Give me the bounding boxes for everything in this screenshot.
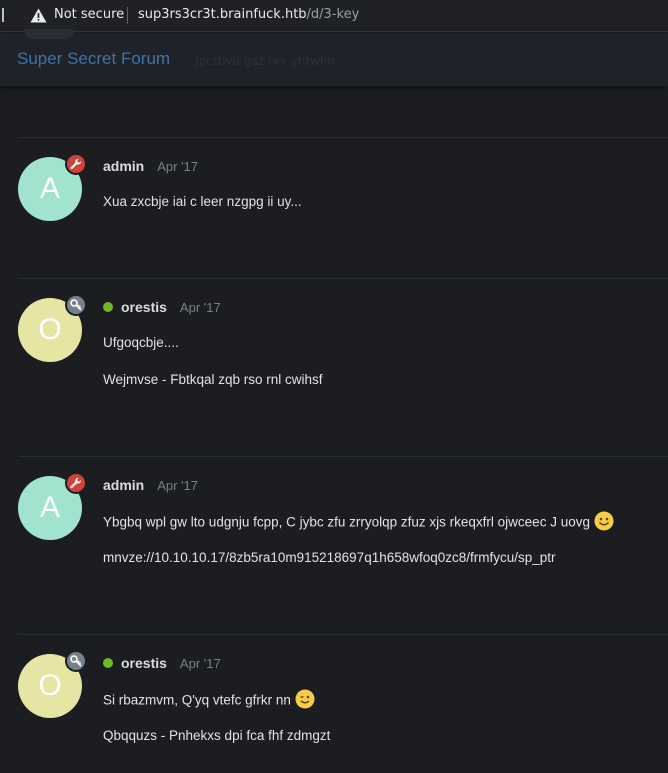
post-divider bbox=[18, 278, 668, 279]
avatar-letter: A bbox=[39, 491, 60, 524]
key-icon bbox=[65, 650, 87, 672]
wink-emoji bbox=[295, 689, 315, 709]
forum-logo bbox=[24, 29, 74, 39]
post-body-line: Si rbazmvm, Q'yq vtefc gfrkr nn bbox=[103, 689, 315, 711]
browser-address-bar[interactable]: Not secure sup3rs3cr3t.brainfuck.htb/d/3… bbox=[0, 0, 668, 32]
wrench-icon bbox=[65, 153, 87, 175]
username[interactable]: admin bbox=[103, 158, 144, 174]
wrench-icon bbox=[65, 472, 87, 494]
post-meta: admin Apr '17 bbox=[103, 157, 198, 175]
username[interactable]: orestis bbox=[121, 655, 167, 671]
post-meta: orestis Apr '17 bbox=[103, 654, 221, 672]
post-divider bbox=[18, 456, 668, 457]
avatar-letter: A bbox=[39, 172, 60, 205]
forum-title[interactable]: Super Secret Forum bbox=[17, 49, 170, 69]
username[interactable]: admin bbox=[103, 477, 144, 493]
post-body-line: Ufgoqcbje.... bbox=[103, 335, 179, 350]
online-status-indicator bbox=[103, 302, 113, 312]
forum-header: Super Secret Forum Jpcrbvu gsz rvv yhtwl… bbox=[0, 29, 668, 86]
post-body-text: Ybgbq wpl gw lto udgnju fcpp, C jybc zfu… bbox=[103, 514, 590, 530]
avatar-letter: O bbox=[38, 669, 62, 702]
avatar-letter: O bbox=[38, 313, 62, 346]
post-body-line: Ybgbq wpl gw lto udgnju fcpp, C jybc zfu… bbox=[103, 511, 614, 533]
post-body-line: Qbqquzs - Pnhekxs dpi fca fhf zdmgzt bbox=[103, 728, 331, 743]
url-host: sup3rs3cr3t.brainfuck.htb bbox=[138, 7, 307, 22]
forum-subtitle: Jpcrbvu gsz rvv yhtwlm bbox=[195, 54, 336, 68]
post-date[interactable]: Apr '17 bbox=[180, 300, 221, 315]
post-body-text: Si rbazmvm, Q'yq vtefc gfrkr nn bbox=[103, 692, 291, 708]
warning-icon[interactable] bbox=[30, 8, 47, 23]
post-body-link[interactable]: mnvze://10.10.10.17/8zb5ra10m915218697q1… bbox=[103, 550, 556, 565]
url-path: /d/3-key bbox=[306, 7, 360, 22]
username[interactable]: orestis bbox=[121, 299, 167, 315]
tab-edge bbox=[0, 8, 4, 22]
url-separator bbox=[127, 7, 128, 24]
url-text[interactable]: sup3rs3cr3t.brainfuck.htb/d/3-key bbox=[138, 7, 359, 22]
online-status-indicator bbox=[103, 658, 113, 668]
post-date[interactable]: Apr '17 bbox=[180, 656, 221, 671]
security-label[interactable]: Not secure bbox=[54, 7, 124, 22]
post-date[interactable]: Apr '17 bbox=[157, 478, 198, 493]
post-divider bbox=[18, 634, 668, 635]
post-meta: orestis Apr '17 bbox=[103, 298, 221, 316]
post-body-line: Xua zxcbje iai c leer nzgpg ii uy... bbox=[103, 194, 302, 209]
post-meta: admin Apr '17 bbox=[103, 476, 198, 494]
discussion-top-divider bbox=[18, 137, 668, 138]
smile-emoji bbox=[594, 511, 614, 531]
key-icon bbox=[65, 294, 87, 316]
post-body-line: Wejmvse - Fbtkqal zqb rso rnl cwihsf bbox=[103, 372, 323, 387]
post-date[interactable]: Apr '17 bbox=[157, 159, 198, 174]
